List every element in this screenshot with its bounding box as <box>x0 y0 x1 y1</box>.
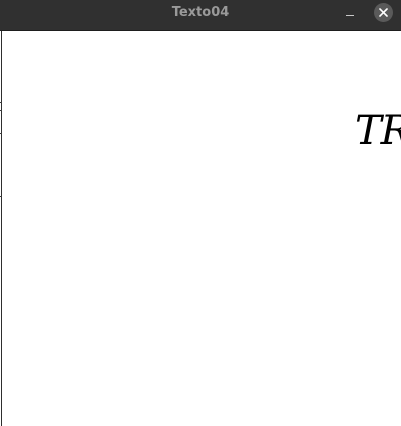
edge-tick <box>0 133 2 134</box>
canvas-text: TR <box>355 108 401 154</box>
title-bar[interactable]: Texto04 <box>0 0 401 31</box>
window-left-border <box>1 31 2 426</box>
minimize-icon <box>346 15 354 16</box>
edge-tick <box>0 102 2 103</box>
drawing-canvas[interactable]: TR <box>0 31 401 426</box>
edge-tick <box>0 196 2 197</box>
edge-tick <box>0 110 2 111</box>
close-icon <box>379 8 388 17</box>
window-title: Texto04 <box>171 5 230 20</box>
app-window: Texto04 TR <box>0 0 401 426</box>
close-button[interactable] <box>374 3 393 22</box>
minimize-button[interactable] <box>342 8 358 22</box>
